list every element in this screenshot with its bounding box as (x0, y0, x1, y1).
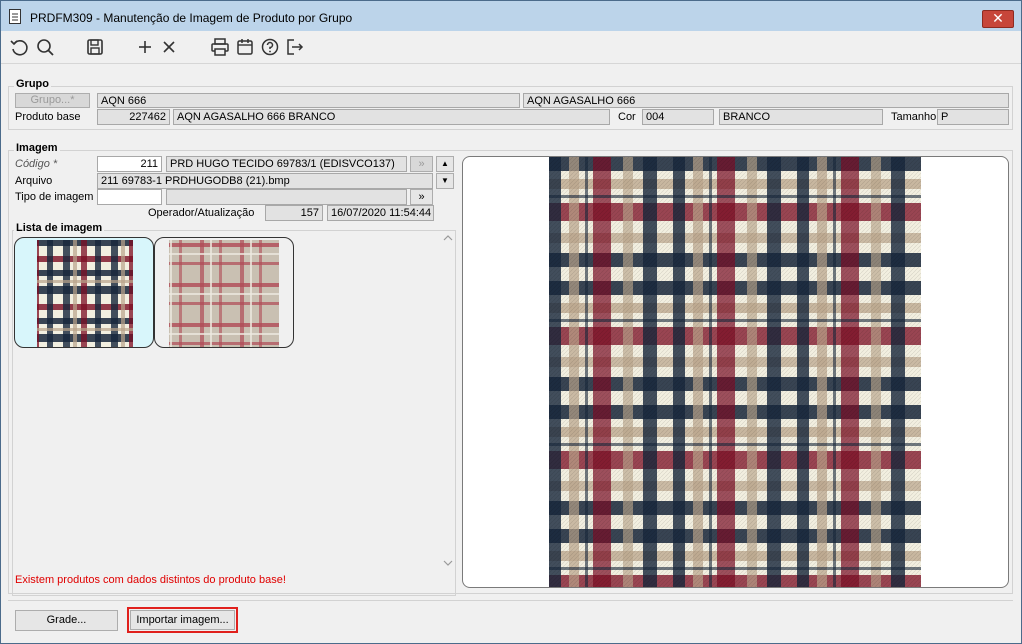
grade-button[interactable]: Grade... (15, 610, 118, 631)
tipo-imagem-description-field[interactable] (166, 189, 407, 205)
grupo-button[interactable]: Grupo...* (15, 93, 90, 108)
codigo-description-field[interactable]: PRD HUGO TECIDO 69783/1 (EDISVCO137) (166, 156, 407, 172)
codigo-label: Código * (15, 158, 58, 170)
save-icon[interactable] (84, 36, 106, 58)
tamanho-label: Tamanho (891, 111, 937, 123)
search-icon[interactable] (34, 36, 56, 58)
cor-description-field[interactable]: BRANCO (719, 109, 883, 125)
arrow-up-button[interactable]: ▲ (436, 156, 454, 172)
print-icon[interactable] (209, 36, 231, 58)
arrow-down-button[interactable]: ▼ (436, 173, 454, 189)
grupo-description-field[interactable]: AQN AGASALHO 666 (523, 93, 1009, 108)
add-icon[interactable] (134, 36, 156, 58)
produto-base-label: Produto base (15, 111, 81, 123)
cor-label: Cor (618, 111, 636, 123)
help-icon[interactable] (259, 36, 281, 58)
bottom-divider (8, 600, 1013, 601)
document-icon (9, 9, 21, 24)
window-title: PRDFM309 - Manutenção de Imagem de Produ… (30, 11, 353, 25)
thumbnail-item[interactable] (154, 237, 294, 348)
tipo-imagem-lookup-button[interactable]: » (410, 189, 433, 205)
grupo-legend: Grupo (14, 78, 51, 90)
refresh-icon[interactable] (8, 36, 30, 58)
operador-label: Operador/Atualização (148, 207, 255, 219)
operador-field[interactable]: 157 (265, 205, 323, 221)
produto-base-code-field[interactable]: 227462 (97, 109, 170, 125)
tipo-imagem-field[interactable] (97, 189, 162, 205)
produto-base-description-field[interactable]: AQN AGASALHO 666 BRANCO (173, 109, 610, 125)
lista-imagem-legend: Lista de imagem (14, 222, 105, 234)
warning-message: Existem produtos com dados distintos do … (15, 574, 286, 586)
image-preview (549, 157, 921, 587)
tamanho-field[interactable]: P (937, 109, 1009, 125)
grupo-code-field[interactable]: AQN 666 (97, 93, 520, 108)
delete-icon[interactable] (158, 36, 180, 58)
codigo-field[interactable]: 211 (97, 156, 162, 172)
arquivo-field[interactable]: 211 69783-1 PRDHUGODB8 (21).bmp (97, 173, 433, 189)
exit-icon[interactable] (284, 36, 306, 58)
close-button[interactable]: ✕ (982, 10, 1014, 28)
toolbar-divider (1, 63, 1021, 64)
lista-scrollbar[interactable] (440, 230, 456, 596)
thumbnail-selected[interactable] (14, 237, 154, 348)
calendar-icon[interactable] (234, 36, 256, 58)
importar-imagem-button[interactable]: Importar imagem... (130, 610, 235, 630)
cor-code-field[interactable]: 004 (642, 109, 714, 125)
atualizacao-field[interactable]: 16/07/2020 11:54:44 (327, 205, 434, 221)
tipo-imagem-label: Tipo de imagem (15, 191, 94, 203)
arquivo-label: Arquivo (15, 175, 53, 187)
codigo-lookup-button[interactable]: » (410, 156, 433, 172)
imagem-legend: Imagem (14, 142, 60, 154)
